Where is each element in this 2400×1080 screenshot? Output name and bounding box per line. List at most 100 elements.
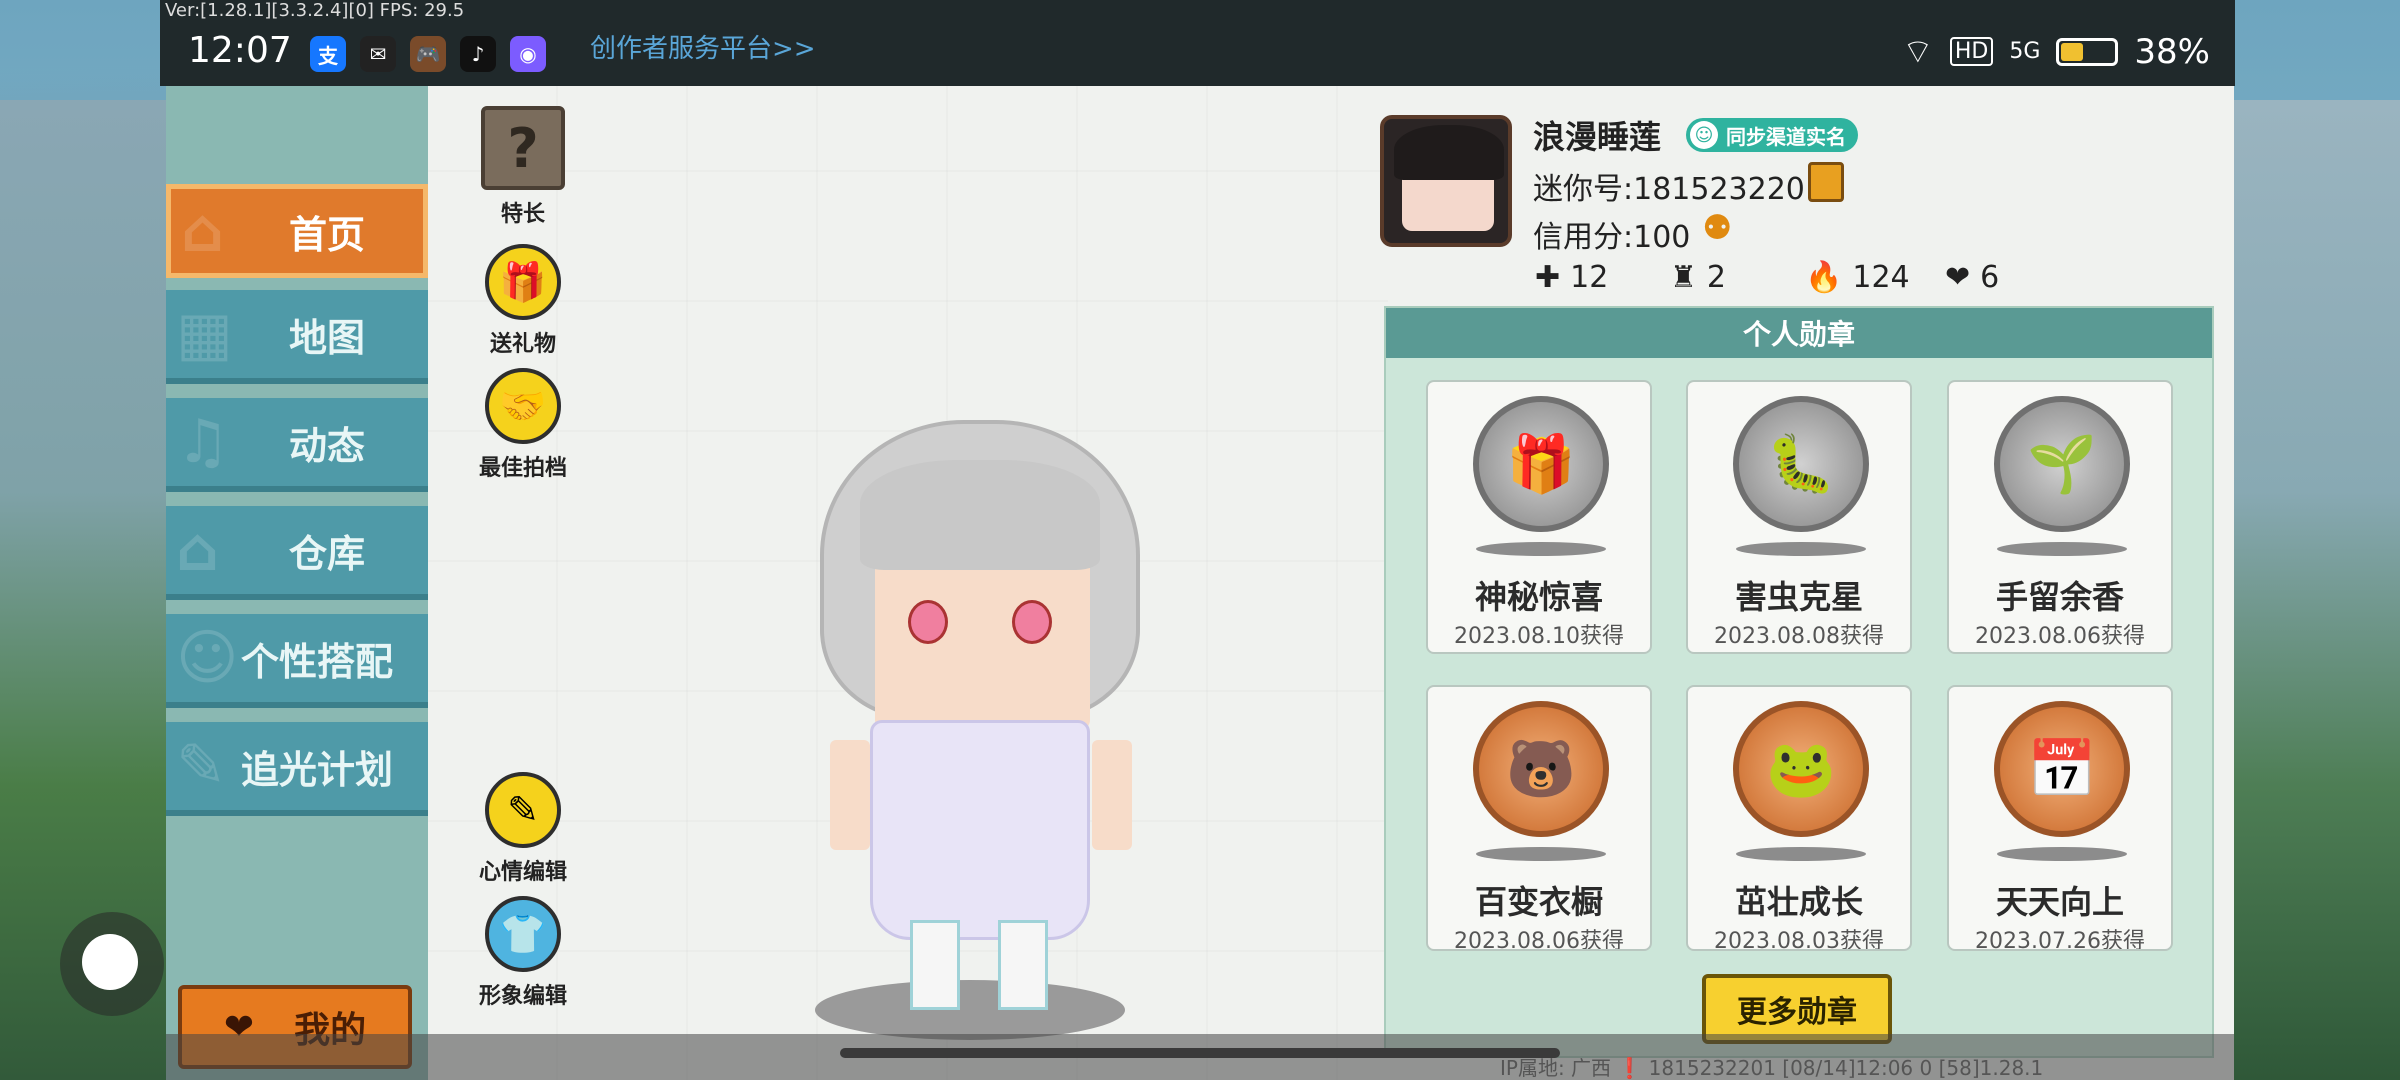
medal-card[interactable]: 📅 天天向上 2023.07.26获得 [1947,685,2173,951]
avatar-bangs [860,460,1100,570]
stat-likes: ❤ 6 [1945,260,2045,295]
bug-medal-icon: 🐛 [1733,396,1869,532]
medal-date: 2023.07.26获得 [1975,929,2145,951]
map-icon: ▦ [176,299,233,369]
wifi-icon: ⌔ [1901,32,1934,72]
best-photo-button[interactable]: 🤝 最佳拍档 [478,368,568,482]
medal-card[interactable]: 🐛 害虫克星 2023.08.08获得 [1686,380,1912,654]
medal-name: 茁壮成长 [1734,883,1863,921]
profile-avatar[interactable] [1380,115,1512,247]
avatar-arm [830,740,870,850]
fps-readout: Ver:[1.28.1][3.3.2.4][0] FPS: 29.5 [165,0,465,21]
mini-id: 迷你号:1815232201 [1533,172,1824,207]
medal-card[interactable]: 🐸 茁壮成长 2023.08.03获得 [1686,685,1912,951]
tiktok-icon: ♪ [460,36,496,72]
hd-badge: HD [1949,37,1994,66]
game-icon: 🎮 [410,36,446,72]
frog-medal-icon: 🐸 [1733,701,1869,837]
creator-platform-link[interactable]: 创作者服务平台>> [590,28,816,65]
notification-icons: 支 ✉ 🎮 ♪ ◉ [310,36,546,72]
user-icon: ☺ [1690,121,1718,149]
medal-base [1997,847,2127,861]
medal-date: 2023.08.03获得 [1714,929,1884,951]
send-gift-button[interactable]: 🎁 送礼物 [478,244,568,358]
sidebar-item-feed[interactable]: ♫ 动态 [166,398,428,492]
avatar-dress [870,720,1090,940]
home-indicator[interactable] [840,1048,1560,1058]
image-edit-label: 形象编辑 [478,984,567,1009]
medal-card[interactable]: 🎁 神秘惊喜 2023.08.10获得 [1426,380,1652,654]
gift-medal-icon: 🎁 [1473,396,1609,532]
edit-icon: ✎ [485,772,561,848]
medal-card[interactable]: 🌱 手留余香 2023.08.06获得 [1947,380,2173,654]
sidebar-item-label: 动态 [288,423,365,468]
stat-value: 12 [1570,260,1609,295]
mail-icon: ✉ [360,36,396,72]
calendar-medal-icon: 📅 [1994,701,2130,837]
sidebar-item-outfit[interactable]: ☺ 个性搭配 [166,614,428,708]
medal-name: 手留余香 [1995,578,2124,616]
medal-base [1736,847,1866,861]
trophy-icon: ♜ [1670,260,1697,295]
bear-medal-icon: 🐻 [1473,701,1609,837]
sidebar-item-label: 仓库 [288,531,365,576]
fire-icon: 🔥 [1805,260,1843,295]
bell-icon: ♫ [176,407,230,477]
floating-assist-button[interactable] [60,912,164,1016]
medals-title: 个人勋章 [1386,308,2212,358]
heart-icon: ❤ [1945,260,1971,295]
verify-badge-label: 同步渠道实名 [1726,124,1846,149]
avatar-3d[interactable] [800,420,1160,1040]
medal-name: 害虫克星 [1734,578,1863,616]
signal-icon: 5G [2009,39,2041,64]
sidebar-item-label: 首页 [288,212,365,257]
stat-trophy: ♜ 2 [1670,260,1805,295]
footer-info: IP属地: 广西 ❗ 1815232201 [08/14]12:06 0 [58… [1500,1056,2044,1080]
verify-badge[interactable]: ☺ 同步渠道实名 [1686,118,1858,152]
avatar-legs [910,920,1050,1010]
image-edit-button[interactable]: 👕 形象编辑 [478,896,568,1010]
home-icon: ⌂ [181,196,224,266]
mood-edit-button[interactable]: ✎ 心情编辑 [478,772,568,886]
stat-friends: ✚ 12 [1535,260,1670,295]
avatar-arm [1092,740,1132,850]
stat-value: 124 [1852,260,1910,295]
best-photo-label: 最佳拍档 [478,456,567,481]
outfit-icon: 👕 [485,896,561,972]
question-box-icon: ? [481,106,565,190]
sidebar-item-label: 个性搭配 [240,639,393,684]
chat-icon: ◉ [510,36,546,72]
sidebar-item-home[interactable]: ⌂ 首页 [166,184,428,278]
status-indicators: ⌔ HD 5G 38% [1902,30,2210,73]
alipay-icon: 支 [310,36,346,72]
send-gift-label: 送礼物 [489,332,556,357]
medal-base [1736,542,1866,556]
medal-name: 天天向上 [1995,883,2124,921]
stat-value: 6 [1980,260,2000,295]
clock: 12:07 [188,30,292,71]
credit-icon[interactable]: ⚉ [1702,208,1738,248]
medal-base [1476,847,1606,861]
sidebar-item-map[interactable]: ▦ 地图 [166,290,428,384]
specialty-label: 特长 [500,202,545,227]
sidebar-item-warehouse[interactable]: ⌂ 仓库 [166,506,428,600]
gift-icon: 🎁 [485,244,561,320]
medal-base [1997,542,2127,556]
mood-edit-label: 心情编辑 [478,860,567,885]
medal-card[interactable]: 🐻 百变衣橱 2023.08.06获得 [1426,685,1652,951]
specialty-button[interactable]: ? 特长 [478,106,568,228]
medal-name: 神秘惊喜 [1474,578,1603,616]
stat-popularity: 🔥 124 [1805,260,1945,295]
battery-icon [2056,37,2119,66]
copy-icon[interactable] [1808,162,1844,202]
battery-percent: 38% [2134,31,2210,72]
plant-medal-icon: 🌱 [1994,396,2130,532]
warehouse-icon: ⌂ [176,515,219,585]
sidebar-item-label: 地图 [288,315,365,360]
medal-date: 2023.08.06获得 [1975,624,2145,649]
credit-score: 信用分:100 [1533,220,1691,255]
stat-value: 2 [1706,260,1726,295]
stats-row: ✚ 12 ♜ 2 🔥 124 ❤ 6 [1535,260,2045,295]
sidebar-item-plan[interactable]: ✎ 追光计划 [166,722,428,816]
plus-icon: ✚ [1535,260,1561,295]
